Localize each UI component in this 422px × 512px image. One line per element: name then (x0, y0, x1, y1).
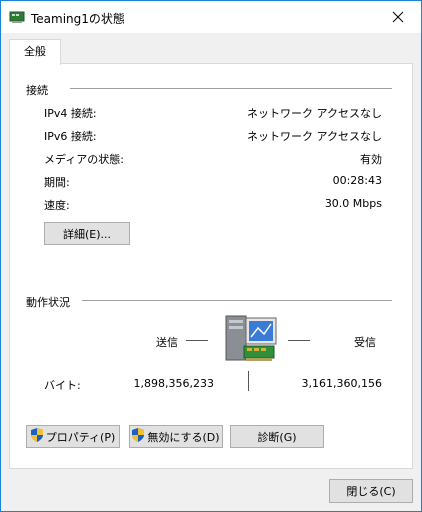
close-window-button[interactable] (375, 1, 421, 33)
activity-divider (82, 300, 392, 301)
network-adapter-icon (9, 9, 25, 25)
title-bar: Teaming1の状態 (1, 1, 421, 33)
uac-shield-icon (30, 428, 43, 445)
diagnose-button[interactable]: 診断(G) (230, 425, 324, 448)
general-panel: 接続 IPv4 接続: ネットワーク アクセスなし IPv6 接続: ネットワー… (9, 63, 413, 469)
properties-button[interactable]: プロパティ(P) (26, 425, 120, 448)
tab-general[interactable]: 全般 (9, 39, 61, 65)
disable-button-label: 無効にする(D) (147, 430, 220, 444)
media-state-label: メディアの状態: (44, 153, 124, 166)
sent-bytes-value: 1,898,356,233 (133, 377, 214, 390)
disable-button[interactable]: 無効にする(D) (129, 425, 223, 448)
ipv6-label: IPv6 接続: (44, 130, 97, 143)
status-dialog: Teaming1の状態 全般 接続 IPv4 接続: ネットワーク アクセスなし… (0, 0, 422, 512)
bytes-divider (248, 371, 249, 391)
ipv4-label: IPv4 接続: (44, 107, 97, 120)
close-icon (392, 11, 404, 23)
bytes-label: バイト: (44, 379, 81, 392)
received-bytes-value: 3,161,360,156 (301, 377, 382, 390)
speed-label: 速度: (44, 199, 70, 212)
activity-heading: 動作状況 (26, 294, 74, 310)
close-button[interactable]: 閉じる(C) (329, 479, 413, 503)
received-label: 受信 (354, 336, 376, 349)
sent-connector (186, 340, 208, 341)
sent-label: 送信 (156, 336, 178, 349)
duration-label: 期間: (44, 176, 70, 189)
ipv6-value: ネットワーク アクセスなし (247, 130, 382, 143)
window-title: Teaming1の状態 (31, 12, 125, 26)
connection-heading: 接続 (26, 82, 52, 98)
duration-value: 00:28:43 (332, 174, 382, 187)
received-connector (288, 340, 310, 341)
computer-network-icon (220, 310, 278, 366)
uac-shield-icon (132, 428, 145, 445)
speed-value: 30.0 Mbps (324, 197, 382, 210)
details-button[interactable]: 詳細(E)... (44, 222, 130, 245)
ipv4-value: ネットワーク アクセスなし (247, 107, 382, 120)
media-state-value: 有効 (360, 153, 382, 166)
properties-button-label: プロパティ(P) (45, 430, 116, 444)
connection-divider (70, 88, 392, 89)
